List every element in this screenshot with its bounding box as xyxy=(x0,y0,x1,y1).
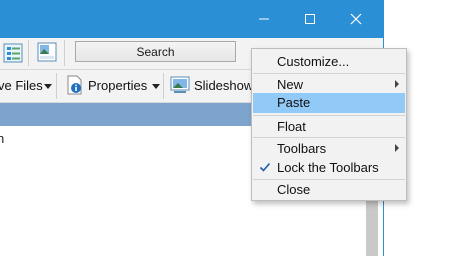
menu-item-label: Customize... xyxy=(277,54,350,69)
maximize-icon xyxy=(305,14,315,24)
toolbar-separator xyxy=(28,40,29,66)
minimize-button[interactable] xyxy=(241,0,287,38)
properties-dropdown-arrow[interactable] xyxy=(152,84,160,89)
submenu-arrow-icon xyxy=(395,80,399,88)
minimize-icon xyxy=(259,18,269,20)
menu-item-label: Lock the Toolbars xyxy=(277,160,379,175)
slideshow-button[interactable]: Slideshow xyxy=(194,78,253,93)
vertical-scrollbar[interactable] xyxy=(366,198,378,256)
search-label: Search xyxy=(136,44,175,59)
list-view-icon[interactable] xyxy=(3,43,23,63)
toolbar-separator xyxy=(163,73,164,99)
menu-item-label: Float xyxy=(277,119,306,134)
menu-item-label: Close xyxy=(277,182,311,197)
submenu-arrow-icon xyxy=(395,144,399,152)
close-icon xyxy=(350,13,362,25)
menu-item-lock-toolbars[interactable]: Lock the Toolbars xyxy=(253,158,405,178)
list-item[interactable]: n xyxy=(0,131,4,146)
menu-separator xyxy=(253,73,405,74)
slideshow-icon xyxy=(170,76,190,93)
check-icon xyxy=(259,162,271,172)
menu-item-new[interactable]: New xyxy=(253,75,405,95)
move-files-dropdown-arrow[interactable] xyxy=(44,84,52,89)
image-view-icon[interactable] xyxy=(37,42,57,62)
menu-item-label: Toolbars xyxy=(277,141,327,156)
menu-item-customize[interactable]: Customize... xyxy=(253,52,405,72)
search-button[interactable]: Search xyxy=(75,41,236,62)
menu-item-float[interactable]: Float xyxy=(253,117,405,137)
move-files-button[interactable]: ve Files xyxy=(0,78,43,93)
properties-icon xyxy=(67,75,82,95)
menu-separator xyxy=(253,115,405,116)
screen: Search ve Files Properties Slideshow n C… xyxy=(0,0,474,256)
menu-item-paste[interactable]: Paste xyxy=(253,93,405,113)
maximize-button[interactable] xyxy=(287,0,333,38)
menu-item-toolbars[interactable]: Toolbars xyxy=(253,139,405,159)
menu-item-label: Paste xyxy=(277,95,311,110)
toolbar-separator xyxy=(56,73,57,99)
menu-separator xyxy=(253,137,405,138)
menu-item-close[interactable]: Close xyxy=(253,180,405,200)
menu-item-label: New xyxy=(277,77,304,92)
context-menu: Customize... New Paste Float Toolbars Lo… xyxy=(251,48,407,201)
toolbar-separator xyxy=(64,40,65,66)
close-button[interactable] xyxy=(333,0,379,38)
properties-button[interactable]: Properties xyxy=(88,78,147,93)
